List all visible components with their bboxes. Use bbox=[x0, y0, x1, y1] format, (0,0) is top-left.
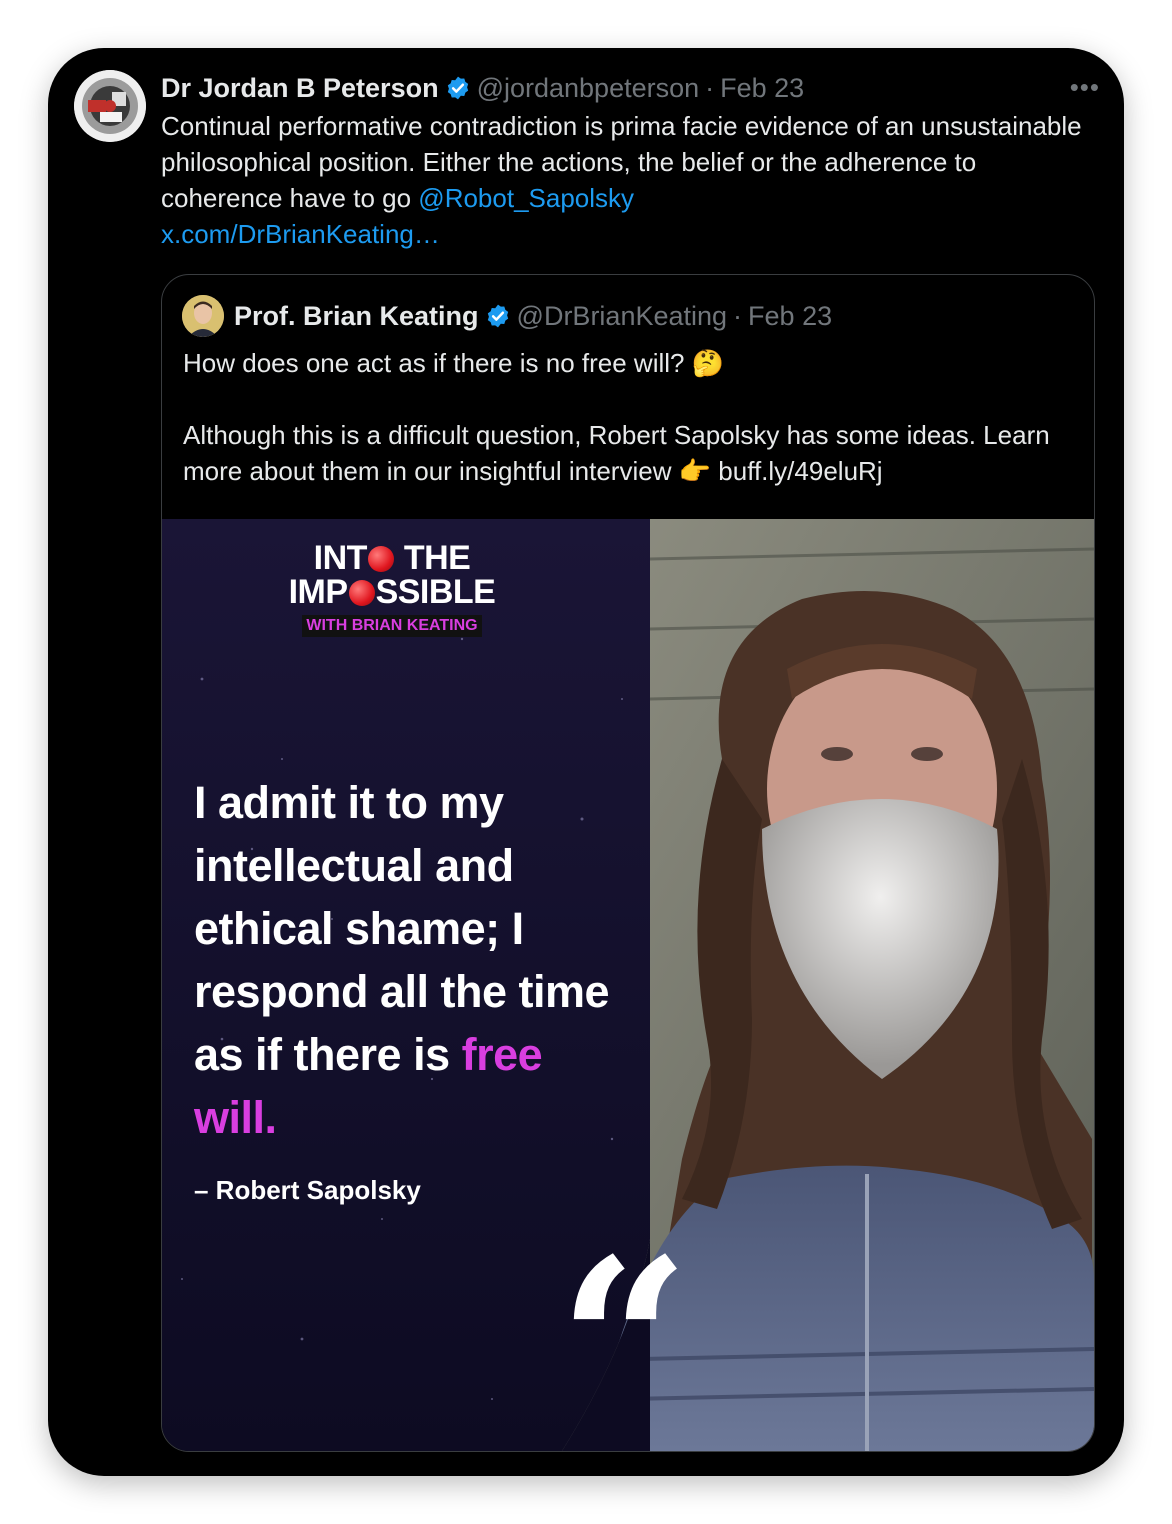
logo-text-the: THE bbox=[394, 539, 471, 577]
media-quote-main: I admit it to my intellectual and ethica… bbox=[194, 777, 610, 1080]
logo-text-ssible: SSIBLE bbox=[375, 573, 496, 611]
logo-subtitle: WITH BRIAN KEATING bbox=[302, 615, 482, 637]
author-handle[interactable]: @jordanbpeterson bbox=[477, 73, 700, 104]
quoted-tweet[interactable]: Prof. Brian Keating @DrBrianKeating · Fe… bbox=[161, 274, 1095, 1452]
logo-red-ball-icon bbox=[348, 580, 375, 606]
quoted-author-name[interactable]: Prof. Brian Keating bbox=[234, 301, 479, 332]
tweet-body: Continual performative contradiction is … bbox=[161, 108, 1091, 252]
media-quote-text: I admit it to my intellectual and ethica… bbox=[194, 771, 614, 1149]
quoted-author-avatar bbox=[182, 295, 224, 337]
verified-badge-icon bbox=[445, 75, 471, 101]
quoted-verified-badge-icon bbox=[485, 303, 511, 329]
logo-text-into: INT bbox=[313, 539, 368, 577]
quoted-media-image[interactable]: INT THE IMP SSIBLE WITH BRIAN KEATING I a… bbox=[162, 519, 1094, 1451]
quotation-mark-icon: “ bbox=[558, 1209, 691, 1452]
quoted-tweet-date[interactable]: Feb 23 bbox=[748, 301, 832, 332]
quoted-tweet-header: Prof. Brian Keating @DrBrianKeating · Fe… bbox=[182, 295, 832, 337]
author-avatar[interactable] bbox=[74, 70, 146, 142]
logo-text-imp: IMP bbox=[288, 573, 348, 611]
tweet-date[interactable]: Feb 23 bbox=[720, 73, 804, 104]
show-logo: INT THE IMP SSIBLE WITH BRIAN KEATING bbox=[252, 541, 532, 637]
media-quote-attribution: – Robert Sapolsky bbox=[194, 1175, 421, 1205]
url-link[interactable]: x.com/DrBrianKeating… bbox=[161, 219, 440, 249]
quoted-text-line1: How does one act as if there is no free … bbox=[183, 348, 725, 378]
tweet-card: Dr Jordan B Peterson @jordanbpeterson · … bbox=[48, 48, 1124, 1476]
quoted-text-line2: Although this is a difficult question, R… bbox=[183, 420, 1050, 486]
logo-red-ball-icon bbox=[367, 546, 394, 572]
separator-dot: · bbox=[705, 72, 715, 103]
author-name[interactable]: Dr Jordan B Peterson bbox=[161, 73, 439, 104]
quoted-separator-dot: · bbox=[733, 300, 743, 331]
mention-link[interactable]: @Robot_Sapolsky bbox=[418, 183, 634, 213]
tweet-header: Dr Jordan B Peterson @jordanbpeterson · … bbox=[161, 68, 1104, 108]
more-options-icon[interactable]: ••• bbox=[1070, 72, 1100, 103]
quoted-tweet-body: How does one act as if there is no free … bbox=[183, 345, 1083, 489]
quoted-author-handle[interactable]: @DrBrianKeating bbox=[517, 301, 728, 332]
